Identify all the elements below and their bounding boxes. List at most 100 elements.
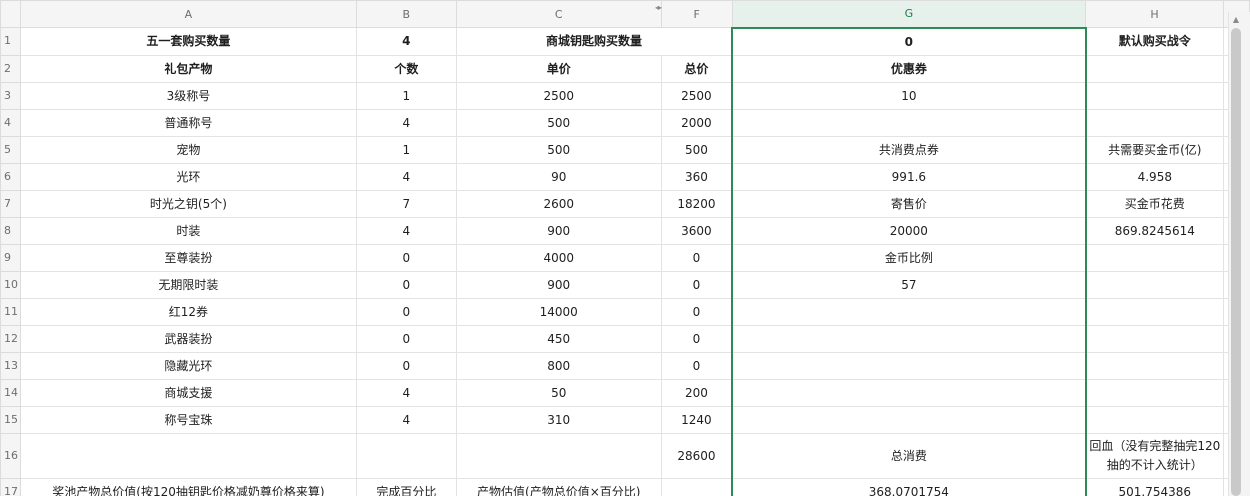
row-number[interactable]: 12: [0, 324, 21, 353]
row-number[interactable]: 6: [0, 162, 21, 191]
cell-b14[interactable]: 4: [355, 378, 457, 407]
cell-b9[interactable]: 0: [355, 243, 457, 272]
row-number[interactable]: 14: [0, 378, 21, 407]
scrollbar-thumb[interactable]: [1231, 28, 1241, 496]
cell-b16[interactable]: [355, 432, 457, 479]
cell-f13[interactable]: 0: [660, 351, 733, 380]
cell-f10[interactable]: 0: [660, 270, 733, 299]
cell-f4[interactable]: 2000: [660, 108, 733, 137]
cell-f14[interactable]: 200: [660, 378, 733, 407]
column-header-f[interactable]: F: [660, 0, 733, 28]
cell-c16[interactable]: [455, 432, 662, 479]
cell-c1[interactable]: 商城钥匙购买数量: [455, 27, 733, 56]
cell-a9[interactable]: 至尊装扮: [19, 243, 357, 272]
cell-b13[interactable]: 0: [355, 351, 457, 380]
cell-a13[interactable]: 隐藏光环: [19, 351, 357, 380]
cell-g11[interactable]: [731, 297, 1087, 326]
cell-f16[interactable]: 28600: [660, 432, 733, 479]
cell-c15[interactable]: 310: [455, 405, 662, 434]
cell-g8[interactable]: 20000: [731, 216, 1087, 245]
cell-c10[interactable]: 900: [455, 270, 662, 299]
cell-a11[interactable]: 红12券: [19, 297, 357, 326]
cell-g6[interactable]: 991.6: [731, 162, 1087, 191]
cell-f3[interactable]: 2500: [660, 81, 733, 110]
row-number[interactable]: 17: [0, 477, 21, 496]
cell-f5[interactable]: 500: [660, 135, 733, 164]
cell-c6[interactable]: 90: [455, 162, 662, 191]
cell-b12[interactable]: 0: [355, 324, 457, 353]
cell-a2[interactable]: 礼包产物: [19, 54, 357, 83]
cell-c9[interactable]: 4000: [455, 243, 662, 272]
cell-f15[interactable]: 1240: [660, 405, 733, 434]
cell-a1[interactable]: 五一套购买数量: [19, 27, 357, 56]
row-number[interactable]: 9: [0, 243, 21, 272]
cell-a16[interactable]: [19, 432, 357, 479]
cell-g4[interactable]: [731, 108, 1087, 137]
cell-g1[interactable]: 0: [731, 27, 1087, 56]
column-header-h[interactable]: H: [1085, 0, 1224, 28]
cell-c4[interactable]: 500: [455, 108, 662, 137]
cell-h17[interactable]: 501.754386: [1085, 477, 1224, 496]
cell-c3[interactable]: 2500: [455, 81, 662, 110]
cell-b8[interactable]: 4: [355, 216, 457, 245]
cell-h7[interactable]: 买金币花费: [1085, 189, 1224, 218]
cell-a8[interactable]: 时装: [19, 216, 357, 245]
cell-f7[interactable]: 18200: [660, 189, 733, 218]
cell-g12[interactable]: [731, 324, 1087, 353]
row-number[interactable]: 16: [0, 432, 21, 479]
column-header-c[interactable]: C: [455, 0, 662, 28]
triangle-up-icon[interactable]: ▲: [1231, 14, 1241, 26]
cell-f2[interactable]: 总价: [660, 54, 733, 83]
column-header-a[interactable]: A: [19, 0, 357, 28]
row-number[interactable]: 3: [0, 81, 21, 110]
cell-a3[interactable]: 3级称号: [19, 81, 357, 110]
cell-b3[interactable]: 1: [355, 81, 457, 110]
cell-g5[interactable]: 共消费点券: [731, 135, 1087, 164]
cell-g3[interactable]: 10: [731, 81, 1087, 110]
cell-f9[interactable]: 0: [660, 243, 733, 272]
cell-h4[interactable]: [1085, 108, 1224, 137]
cell-b15[interactable]: 4: [355, 405, 457, 434]
cell-h12[interactable]: [1085, 324, 1224, 353]
cell-g17[interactable]: 368.0701754: [731, 477, 1087, 496]
cell-b6[interactable]: 4: [355, 162, 457, 191]
cell-b17[interactable]: 完成百分比: [355, 477, 457, 496]
cell-c11[interactable]: 14000: [455, 297, 662, 326]
cell-h1[interactable]: 默认购买战令: [1085, 27, 1224, 56]
cell-b11[interactable]: 0: [355, 297, 457, 326]
cell-f6[interactable]: 360: [660, 162, 733, 191]
cell-h2[interactable]: [1085, 54, 1224, 83]
cell-f8[interactable]: 3600: [660, 216, 733, 245]
cell-g10[interactable]: 57: [731, 270, 1087, 299]
cell-h9[interactable]: [1085, 243, 1224, 272]
cell-c12[interactable]: 450: [455, 324, 662, 353]
cell-a12[interactable]: 武器装扮: [19, 324, 357, 353]
cell-c2[interactable]: 单价: [455, 54, 662, 83]
cell-h6[interactable]: 4.958: [1085, 162, 1224, 191]
row-number[interactable]: 13: [0, 351, 21, 380]
cell-a15[interactable]: 称号宝珠: [19, 405, 357, 434]
row-number[interactable]: 4: [0, 108, 21, 137]
column-header-b[interactable]: B: [355, 0, 457, 28]
cell-b1[interactable]: 4: [355, 27, 457, 56]
cell-b7[interactable]: 7: [355, 189, 457, 218]
column-header-g[interactable]: G: [731, 0, 1087, 29]
cell-a6[interactable]: 光环: [19, 162, 357, 191]
row-number[interactable]: 5: [0, 135, 21, 164]
cell-a7[interactable]: 时光之钥(5个): [19, 189, 357, 218]
cell-f11[interactable]: 0: [660, 297, 733, 326]
cell-h10[interactable]: [1085, 270, 1224, 299]
cell-g2[interactable]: 优惠券: [731, 54, 1087, 83]
cell-h14[interactable]: [1085, 378, 1224, 407]
cell-g16[interactable]: 总消费: [731, 432, 1087, 479]
column-resize-icon[interactable]: ◂▸: [655, 3, 662, 12]
cell-h16[interactable]: 回血（没有完整抽完120抽的不计入统计）: [1085, 432, 1224, 479]
cell-c8[interactable]: 900: [455, 216, 662, 245]
row-number[interactable]: 1: [0, 27, 21, 56]
cell-a5[interactable]: 宠物: [19, 135, 357, 164]
cell-h5[interactable]: 共需要买金币(亿): [1085, 135, 1224, 164]
cell-h15[interactable]: [1085, 405, 1224, 434]
cell-a10[interactable]: 无期限时装: [19, 270, 357, 299]
cell-g14[interactable]: [731, 378, 1087, 407]
cell-b4[interactable]: 4: [355, 108, 457, 137]
